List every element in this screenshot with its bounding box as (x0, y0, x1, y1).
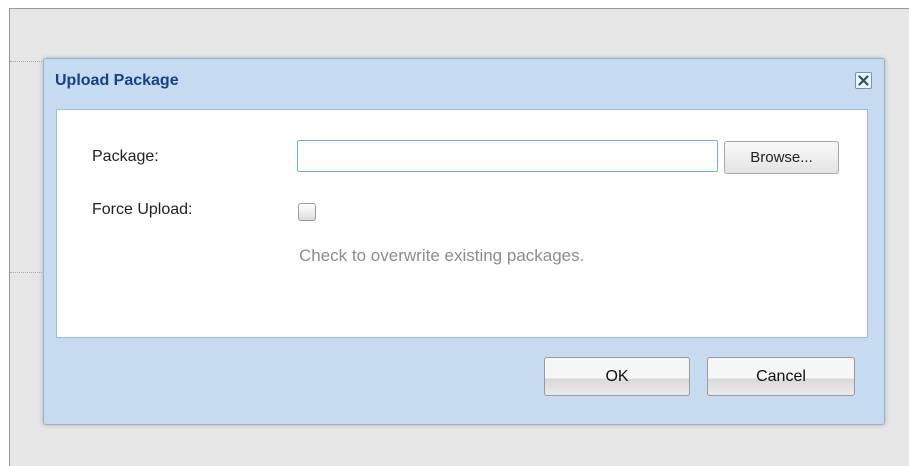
dialog-title: Upload Package (55, 72, 179, 89)
force-upload-hint: Check to overwrite existing packages. (299, 246, 585, 265)
dialog-header[interactable]: Upload Package (44, 59, 884, 105)
package-label: Package: (92, 148, 159, 165)
dialog-body: Package: Browse... Force Upload: Check t… (56, 109, 868, 338)
package-input[interactable] (297, 140, 718, 172)
cancel-button[interactable]: Cancel (707, 357, 855, 396)
force-upload-checkbox[interactable] (298, 203, 316, 221)
browse-button[interactable]: Browse... (724, 141, 839, 174)
force-upload-label: Force Upload: (92, 201, 193, 218)
ok-button[interactable]: OK (544, 357, 690, 396)
close-icon (858, 75, 869, 86)
close-button[interactable] (855, 72, 872, 89)
upload-package-dialog: Upload Package Package: Browse... Force … (43, 58, 885, 425)
